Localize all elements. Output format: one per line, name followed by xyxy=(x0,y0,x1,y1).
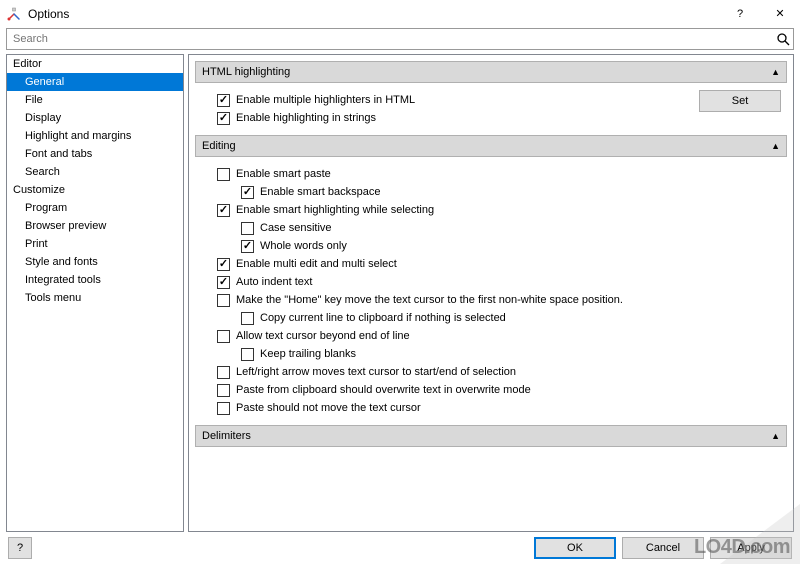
option-label: Paste from clipboard should overwrite te… xyxy=(236,384,531,396)
option-row: Allow text cursor beyond end of line xyxy=(195,327,787,345)
option-row: Case sensitive xyxy=(195,219,787,237)
option-row: Left/right arrow moves text cursor to st… xyxy=(195,363,787,381)
checkbox[interactable] xyxy=(241,240,254,253)
titlebar: Options ? ✕ xyxy=(0,0,800,28)
dialog-footer: ? OK Cancel Apply xyxy=(0,532,800,564)
collapse-caret-icon: ▲ xyxy=(771,141,780,151)
checkbox[interactable] xyxy=(217,168,230,181)
checkbox[interactable] xyxy=(217,94,230,107)
checkbox[interactable] xyxy=(217,258,230,271)
option-label: Enable multiple highlighters in HTML xyxy=(236,94,415,106)
help-button[interactable]: ? xyxy=(720,0,760,28)
tree-item[interactable]: Browser preview xyxy=(7,217,183,235)
checkbox[interactable] xyxy=(217,294,230,307)
option-row: Paste should not move the text cursor xyxy=(195,399,787,417)
option-row: Enable smart paste xyxy=(195,165,787,183)
tree-category[interactable]: Editor xyxy=(7,55,183,73)
category-tree: EditorGeneralFileDisplayHighlight and ma… xyxy=(6,54,184,532)
ok-button[interactable]: OK xyxy=(534,537,616,559)
option-row: Paste from clipboard should overwrite te… xyxy=(195,381,787,399)
option-label: Allow text cursor beyond end of line xyxy=(236,330,410,342)
tree-category[interactable]: Customize xyxy=(7,181,183,199)
option-label: Make the "Home" key move the text cursor… xyxy=(236,294,623,306)
option-label: Enable smart highlighting while selectin… xyxy=(236,204,434,216)
tree-item[interactable]: Program xyxy=(7,199,183,217)
checkbox[interactable] xyxy=(217,276,230,289)
option-label: Copy current line to clipboard if nothin… xyxy=(260,312,506,324)
tree-item[interactable]: Print xyxy=(7,235,183,253)
checkbox[interactable] xyxy=(241,348,254,361)
checkbox[interactable] xyxy=(241,186,254,199)
option-row: Enable multi edit and multi select xyxy=(195,255,787,273)
checkbox[interactable] xyxy=(217,366,230,379)
option-label: Auto indent text xyxy=(236,276,312,288)
cancel-button[interactable]: Cancel xyxy=(622,537,704,559)
tree-item[interactable]: Display xyxy=(7,109,183,127)
option-label: Case sensitive xyxy=(260,222,332,234)
option-row: Copy current line to clipboard if nothin… xyxy=(195,309,787,327)
tree-item[interactable]: Font and tabs xyxy=(7,145,183,163)
checkbox[interactable] xyxy=(217,330,230,343)
section-header[interactable]: Delimiters▲ xyxy=(195,425,787,447)
section-title: HTML highlighting xyxy=(202,66,771,78)
collapse-caret-icon: ▲ xyxy=(771,67,780,77)
collapse-caret-icon: ▲ xyxy=(771,431,780,441)
checkbox[interactable] xyxy=(217,112,230,125)
search-bar xyxy=(6,28,794,50)
search-icon[interactable] xyxy=(773,32,793,46)
checkbox[interactable] xyxy=(217,402,230,415)
window-title: Options xyxy=(28,7,69,21)
section-header[interactable]: Editing▲ xyxy=(195,135,787,157)
section-header[interactable]: HTML highlighting▲ xyxy=(195,61,787,83)
checkbox[interactable] xyxy=(217,204,230,217)
option-label: Left/right arrow moves text cursor to st… xyxy=(236,366,516,378)
tree-item[interactable]: Tools menu xyxy=(7,289,183,307)
section-title: Delimiters xyxy=(202,430,771,442)
watermark-text: LO4D.com xyxy=(694,536,790,559)
tree-item[interactable]: Search xyxy=(7,163,183,181)
tree-item[interactable]: Style and fonts xyxy=(7,253,183,271)
tree-item[interactable]: Integrated tools xyxy=(7,271,183,289)
app-icon xyxy=(6,6,22,22)
close-button[interactable]: ✕ xyxy=(760,0,800,28)
checkbox[interactable] xyxy=(217,384,230,397)
option-label: Keep trailing blanks xyxy=(260,348,356,360)
section-title: Editing xyxy=(202,140,771,152)
tree-item[interactable]: File xyxy=(7,91,183,109)
option-row: Whole words only xyxy=(195,237,787,255)
search-input[interactable] xyxy=(7,29,773,49)
option-label: Enable highlighting in strings xyxy=(236,112,376,124)
option-row: Keep trailing blanks xyxy=(195,345,787,363)
option-row: Auto indent text xyxy=(195,273,787,291)
option-label: Paste should not move the text cursor xyxy=(236,402,421,414)
checkbox[interactable] xyxy=(241,312,254,325)
set-button[interactable]: Set xyxy=(699,90,781,112)
context-help-button[interactable]: ? xyxy=(8,537,32,559)
option-row: Make the "Home" key move the text cursor… xyxy=(195,291,787,309)
option-row: Enable smart backspace xyxy=(195,183,787,201)
checkbox[interactable] xyxy=(241,222,254,235)
option-row: Enable smart highlighting while selectin… xyxy=(195,201,787,219)
tree-item[interactable]: Highlight and margins xyxy=(7,127,183,145)
option-label: Enable smart paste xyxy=(236,168,331,180)
option-label: Whole words only xyxy=(260,240,347,252)
tree-item[interactable]: General xyxy=(7,73,183,91)
option-label: Enable multi edit and multi select xyxy=(236,258,397,270)
options-panel: HTML highlighting▲SetEnable multiple hig… xyxy=(188,54,794,532)
option-label: Enable smart backspace xyxy=(260,186,380,198)
